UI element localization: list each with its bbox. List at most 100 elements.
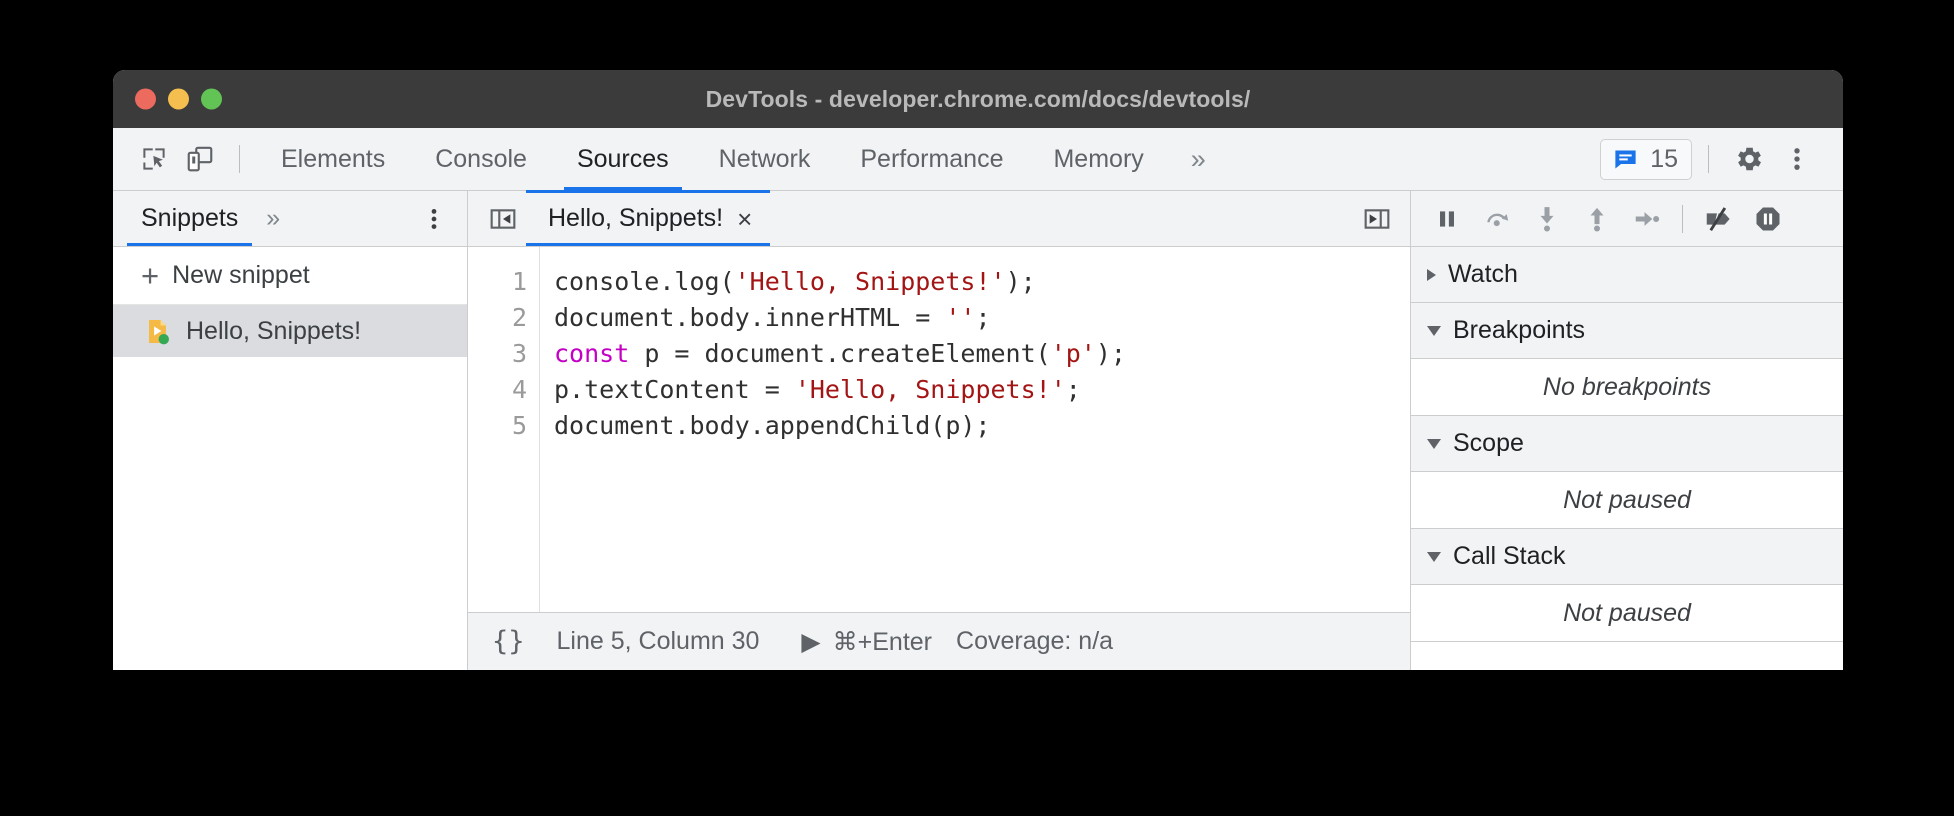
deactivate-breakpoints-button[interactable]: [1694, 195, 1742, 243]
step-out-button[interactable]: [1573, 195, 1621, 243]
chevron-double-right-icon: »: [1191, 144, 1206, 175]
code-token: p.textContent =: [554, 375, 795, 404]
devtools-main-toolbar: Elements Console Sources Network Perform…: [113, 128, 1843, 191]
run-shortcut-label: ⌘+Enter: [833, 627, 932, 657]
pause-on-exceptions-button[interactable]: [1744, 195, 1792, 243]
tab-elements[interactable]: Elements: [256, 128, 410, 190]
debugger-section-watch[interactable]: Watch: [1411, 247, 1843, 303]
close-icon[interactable]: ×: [737, 206, 752, 232]
code-token: ;: [1066, 375, 1081, 404]
sources-navigator-pane: Snippets » + New snippe: [113, 191, 468, 670]
zoom-window-button[interactable]: [201, 89, 222, 110]
plus-icon: +: [141, 260, 159, 291]
step-into-icon: [1532, 204, 1562, 234]
navigator-tab-snippets[interactable]: Snippets: [127, 191, 252, 246]
kebab-menu-icon: [1783, 145, 1811, 173]
main-panel-tabs: Elements Console Sources Network Perform…: [256, 128, 1228, 190]
toolbar-divider-right: [1708, 145, 1709, 173]
navigator-tabbar: Snippets »: [113, 191, 467, 247]
more-tabs-button[interactable]: »: [1169, 144, 1228, 175]
debugger-toolbar: [1411, 191, 1843, 247]
devtools-window: DevTools - developer.chrome.com/docs/dev…: [113, 70, 1843, 670]
debugger-toolbar-divider: [1682, 205, 1683, 233]
show-debugger-icon: [1361, 203, 1393, 235]
code-token: ;: [975, 303, 990, 332]
tab-sources[interactable]: Sources: [552, 128, 694, 190]
section-title: Call Stack: [1453, 542, 1566, 571]
code-line: document.body.innerHTML = '';: [554, 300, 1410, 336]
code-token: p = document.createElement(: [629, 339, 1050, 368]
tab-label: Console: [435, 145, 527, 174]
debugger-section-call-stack[interactable]: Call Stack: [1411, 529, 1843, 585]
line-number: 5: [468, 408, 527, 444]
call-stack-empty-message: Not paused: [1411, 585, 1843, 642]
step-icon: [1632, 204, 1662, 234]
pretty-print-button[interactable]: {}: [492, 626, 557, 657]
toggle-device-toolbar-button[interactable]: [177, 136, 223, 182]
tab-network[interactable]: Network: [694, 128, 836, 190]
run-snippet-button[interactable]: ▶ ⌘+Enter: [801, 627, 956, 657]
coverage-label: Coverage: n/a: [956, 627, 1113, 656]
new-snippet-button[interactable]: + New snippet: [113, 247, 467, 305]
section-title: Watch: [1448, 260, 1518, 289]
tab-label: Memory: [1053, 145, 1143, 174]
step-out-icon: [1582, 204, 1612, 234]
line-number: 1: [468, 264, 527, 300]
pause-icon: [1433, 205, 1461, 233]
editor-pane: Hello, Snippets! ×: [468, 191, 1411, 670]
settings-button[interactable]: [1725, 135, 1773, 183]
toolbar-right-group: 15: [1600, 135, 1821, 183]
tab-memory[interactable]: Memory: [1028, 128, 1168, 190]
tab-performance[interactable]: Performance: [835, 128, 1028, 190]
editor-file-tab[interactable]: Hello, Snippets! ×: [526, 191, 770, 246]
debugger-sidebar: Watch Breakpoints No breakpoints Scope N…: [1411, 191, 1843, 670]
step-button[interactable]: [1623, 195, 1671, 243]
toolbar-divider: [239, 145, 240, 173]
chevron-down-icon: [1427, 326, 1441, 336]
line-number: 2: [468, 300, 527, 336]
code-line: document.body.appendChild(p);: [554, 408, 1410, 444]
tab-label: Performance: [860, 145, 1003, 174]
code-editor[interactable]: 1 2 3 4 5 console.log('Hello, Snippets!'…: [468, 247, 1410, 612]
close-window-button[interactable]: [135, 89, 156, 110]
code-content[interactable]: console.log( 'Hello, Snippets!'); document…: [540, 247, 1410, 612]
inspect-element-icon: [139, 144, 169, 174]
editor-file-tab-label: Hello, Snippets!: [548, 204, 723, 233]
code-token: );: [1006, 267, 1036, 296]
debugger-section-scope[interactable]: Scope: [1411, 416, 1843, 472]
navigator-more-tabs-button[interactable]: »: [252, 191, 294, 246]
window-titlebar: DevTools - developer.chrome.com/docs/dev…: [113, 70, 1843, 128]
section-title: Breakpoints: [1453, 316, 1585, 345]
code-token: console.log(: [554, 267, 735, 296]
minimize-window-button[interactable]: [168, 89, 189, 110]
show-navigator-icon: [487, 203, 519, 235]
step-into-button[interactable]: [1523, 195, 1571, 243]
main-menu-button[interactable]: [1773, 135, 1821, 183]
code-token: 'Hello, Snippets!': [795, 375, 1066, 404]
pause-on-exceptions-icon: [1753, 204, 1783, 234]
hide-navigator-button[interactable]: [480, 196, 526, 242]
code-token: document.body.innerHTML =: [554, 303, 945, 332]
editor-tabbar: Hello, Snippets! ×: [468, 191, 1410, 247]
chevron-double-right-icon: »: [266, 204, 280, 233]
chevron-down-icon: [1427, 552, 1441, 562]
code-token: document.body.appendChild(p);: [554, 411, 991, 440]
code-token: 'p': [1051, 339, 1096, 368]
console-messages-badge[interactable]: 15: [1600, 139, 1692, 180]
editor-status-bar: {} Line 5, Column 30 ▶ ⌘+Enter Coverage:…: [468, 612, 1410, 670]
tab-console[interactable]: Console: [410, 128, 552, 190]
chevron-right-icon: [1427, 269, 1436, 281]
resume-pause-button[interactable]: [1423, 195, 1471, 243]
inspect-element-button[interactable]: [131, 136, 177, 182]
message-icon: [1612, 146, 1639, 173]
code-token: const: [554, 339, 629, 368]
show-debugger-button[interactable]: [1354, 196, 1400, 242]
screenshot-stage: DevTools - developer.chrome.com/docs/dev…: [0, 0, 1954, 816]
snippet-list-item[interactable]: Hello, Snippets!: [113, 305, 467, 357]
gear-icon: [1734, 144, 1764, 174]
debugger-section-breakpoints[interactable]: Breakpoints: [1411, 303, 1843, 359]
step-over-button[interactable]: [1473, 195, 1521, 243]
code-token: );: [1096, 339, 1126, 368]
navigator-menu-button[interactable]: [411, 196, 457, 242]
section-title: Scope: [1453, 429, 1524, 458]
